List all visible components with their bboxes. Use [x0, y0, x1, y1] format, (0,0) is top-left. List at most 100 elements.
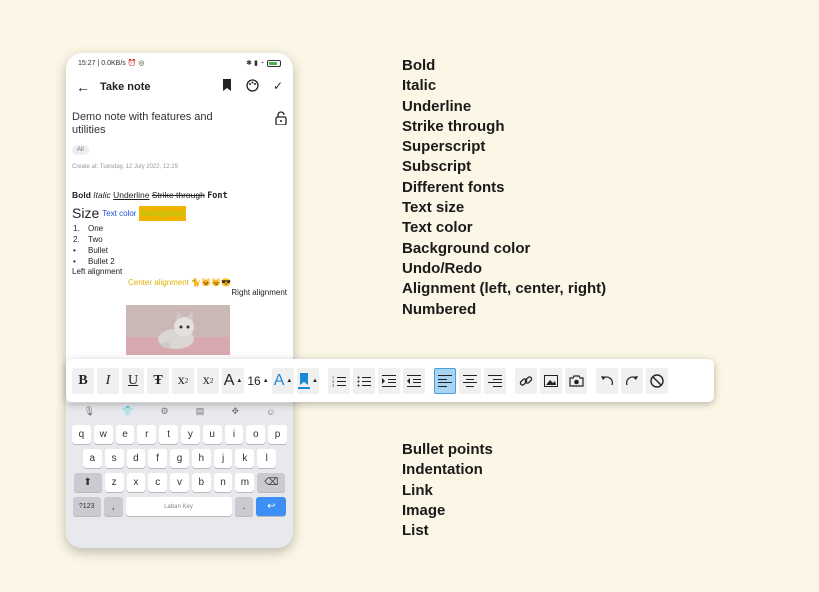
strikethrough-button[interactable]: Ŧ — [147, 367, 169, 394]
image-icon — [544, 374, 558, 387]
align-center-icon — [463, 374, 477, 387]
align-left-button[interactable] — [434, 367, 456, 394]
clipboard-icon[interactable]: ▤ — [196, 406, 205, 417]
bullet-list-button[interactable] — [353, 367, 375, 394]
key-i[interactable]: i — [224, 425, 244, 444]
key-a[interactable]: a — [82, 449, 102, 468]
subscript-button[interactable]: x2 — [197, 367, 219, 394]
feature-item: Background color — [402, 239, 531, 257]
page-title: Take note — [100, 81, 151, 93]
keyboard-row-2: a s d f g h j k l — [66, 449, 293, 468]
background-text: Background — [139, 205, 187, 221]
key-p[interactable]: p — [268, 425, 287, 444]
superscript-button[interactable]: x2 — [172, 367, 194, 394]
key-f[interactable]: f — [148, 449, 168, 468]
font-dropdown[interactable]: A ▲ — [222, 367, 244, 394]
move-icon[interactable]: ✥ — [231, 406, 239, 417]
outdent-button[interactable] — [403, 367, 425, 394]
enter-key[interactable]: ↩ — [256, 497, 287, 516]
strike-text: Strike through — [151, 190, 205, 201]
key-q[interactable]: q — [72, 425, 91, 444]
keyboard-toolbar: 🎙 👕 ⚙ ▤ ✥ ☺ — [66, 403, 293, 420]
key-w[interactable]: w — [93, 425, 113, 444]
period-key[interactable]: . — [234, 497, 254, 516]
key-g[interactable]: g — [170, 449, 189, 468]
symbols-key[interactable]: ?123 — [72, 497, 101, 516]
undo-icon — [601, 375, 613, 385]
gear-icon[interactable]: ⚙ — [161, 406, 169, 417]
key-m[interactable]: m — [235, 473, 255, 492]
font-text: Font — [207, 191, 228, 202]
key-r[interactable]: r — [137, 425, 157, 444]
numbered-list-button[interactable]: 123 — [328, 367, 350, 394]
underline-button[interactable]: U — [122, 367, 144, 394]
key-h[interactable]: h — [191, 449, 211, 468]
key-d[interactable]: d — [126, 449, 146, 468]
feature-item: Superscript — [402, 138, 486, 156]
key-e[interactable]: e — [115, 425, 135, 444]
highlight-color-dropdown[interactable]: ▲ — [297, 367, 319, 394]
align-right-icon — [488, 374, 502, 387]
feature-item: Numbered — [402, 300, 477, 318]
key-s[interactable]: s — [104, 449, 124, 468]
outdent-icon — [407, 374, 421, 387]
key-b[interactable]: b — [191, 473, 211, 492]
key-z[interactable]: z — [104, 473, 124, 492]
redo-icon — [626, 375, 638, 385]
emoji-icon[interactable]: ☺ — [266, 407, 275, 417]
text-color-dropdown[interactable]: A ▲ — [272, 367, 294, 394]
key-j[interactable]: j — [213, 449, 233, 468]
camera-icon — [568, 374, 584, 387]
status-left: 15:27 | 0.0KB/s ⏰ ◎ — [78, 60, 145, 67]
back-arrow-icon[interactable]: ← — [76, 79, 96, 95]
bookmark-icon[interactable] — [222, 79, 232, 95]
mic-icon[interactable]: 🎙 — [84, 406, 95, 417]
palette-icon[interactable] — [246, 79, 259, 95]
key-o[interactable]: o — [246, 425, 266, 444]
shift-key[interactable]: ⬆ — [73, 473, 102, 492]
bold-button[interactable]: B — [72, 367, 94, 394]
formatting-toolbar: B I U Ŧ x2 x2 A ▲ 16 ▲ A ▲ ▲ 123 — [66, 359, 714, 402]
align-center-button[interactable] — [459, 367, 481, 394]
indent-button[interactable] — [378, 367, 400, 394]
key-c[interactable]: c — [148, 473, 168, 492]
note-title[interactable]: Demo note with features and utilities — [72, 111, 242, 137]
key-l[interactable]: l — [257, 449, 277, 468]
center-aligned-text: Center alignment 🐈😺😼😎 — [128, 278, 231, 288]
kitten-image[interactable] — [126, 305, 230, 355]
key-n[interactable]: n — [213, 473, 233, 492]
redo-button[interactable] — [621, 367, 643, 394]
align-right-button[interactable] — [484, 367, 506, 394]
shirt-icon[interactable]: 👕 — [122, 406, 133, 417]
link-button[interactable] — [515, 367, 537, 394]
undo-button[interactable] — [596, 367, 618, 394]
key-k[interactable]: k — [235, 449, 255, 468]
font-size-dropdown[interactable]: 16 ▲ — [247, 368, 269, 394]
keyboard-row-4: ?123 , Laban Key . ↩ — [66, 497, 293, 516]
list-item: • Bullet 2 — [73, 257, 115, 267]
key-u[interactable]: u — [202, 425, 222, 444]
feature-item: Image — [402, 501, 446, 519]
align-left-icon — [438, 374, 452, 387]
camera-button[interactable] — [565, 367, 587, 394]
list-item: • Bullet — [73, 246, 109, 256]
comma-key[interactable]: , — [103, 497, 123, 516]
format-demo-line: Bold Italic Underline Strike through Fon… — [72, 190, 287, 201]
tag-chip[interactable]: All — [72, 145, 89, 156]
app-bar: ← Take note ✓ — [66, 75, 293, 99]
unlock-icon[interactable] — [275, 111, 287, 137]
italic-button[interactable]: I — [97, 367, 119, 394]
note-content[interactable]: Bold Italic Underline Strike through Fon… — [66, 190, 293, 297]
image-button[interactable] — [540, 367, 562, 394]
size-color-line: Size Text color Background — [72, 205, 287, 221]
key-x[interactable]: x — [126, 473, 146, 492]
space-key[interactable]: Laban Key — [125, 497, 232, 516]
check-icon[interactable]: ✓ — [273, 79, 283, 95]
key-t[interactable]: t — [159, 425, 178, 444]
backspace-key[interactable]: ⌫ — [257, 473, 286, 492]
indent-icon — [382, 374, 396, 387]
appbar-actions: ✓ — [222, 79, 283, 95]
key-v[interactable]: v — [170, 473, 189, 492]
clear-format-button[interactable] — [646, 367, 668, 394]
key-y[interactable]: y — [181, 425, 200, 444]
